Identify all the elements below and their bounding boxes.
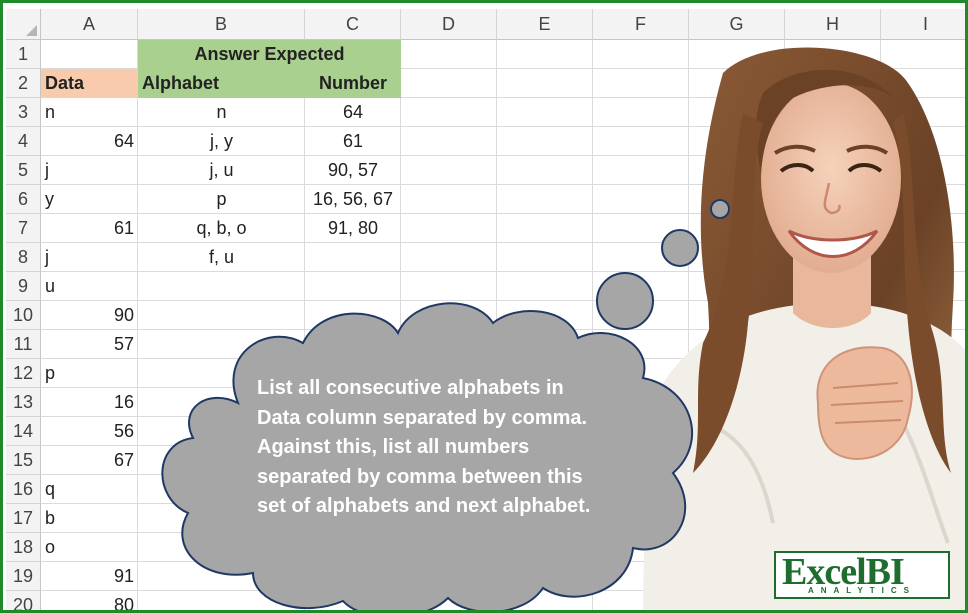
row-header-17[interactable]: 17	[6, 504, 41, 533]
row-header-12[interactable]: 12	[6, 359, 41, 388]
column-header-b[interactable]: B	[138, 9, 305, 40]
column-header-c[interactable]: C	[305, 9, 401, 40]
answer-alphabet-cell[interactable]: n	[138, 98, 305, 127]
callout-text: List all consecutive alphabets in Data c…	[257, 377, 591, 517]
data-cell[interactable]: j	[41, 156, 138, 185]
answer-number-cell[interactable]: 91, 80	[305, 214, 401, 243]
answer-alphabet-cell[interactable]: j, y	[138, 127, 305, 156]
row-header-20[interactable]: 20	[6, 591, 41, 610]
data-cell[interactable]: 64	[41, 127, 138, 156]
column-header-e[interactable]: E	[497, 9, 593, 40]
data-cell[interactable]: j	[41, 243, 138, 272]
column-header-i[interactable]: I	[881, 9, 965, 40]
data-cell[interactable]: 56	[41, 417, 138, 446]
row-header-7[interactable]: 7	[6, 214, 41, 243]
data-cell[interactable]: 80	[41, 591, 138, 610]
logo-subtitle: ANALYTICS	[807, 586, 917, 595]
answer-alphabet-cell[interactable]: f, u	[138, 243, 305, 272]
select-all-corner[interactable]	[6, 9, 41, 40]
data-cell[interactable]: n	[41, 98, 138, 127]
girl-illustration	[643, 47, 965, 610]
row-header-9[interactable]: 9	[6, 272, 41, 301]
data-cell[interactable]: u	[41, 272, 138, 301]
column-gridline	[880, 40, 881, 610]
row-header-6[interactable]: 6	[6, 185, 41, 214]
data-cell[interactable]: 61	[41, 214, 138, 243]
row-header-16[interactable]: 16	[6, 475, 41, 504]
thought-dot-medium	[661, 229, 699, 267]
answer-number-cell[interactable]: 90, 57	[305, 156, 401, 185]
column-header-g[interactable]: G	[689, 9, 785, 40]
data-cell[interactable]: b	[41, 504, 138, 533]
row-header-1[interactable]: 1	[6, 40, 41, 69]
column-header-a[interactable]: A	[41, 9, 138, 40]
column-header-d[interactable]: D	[401, 9, 497, 40]
answer-number-cell[interactable]: 16, 56, 67	[305, 185, 401, 214]
data-cell[interactable]: 67	[41, 446, 138, 475]
answer-alphabet-cell[interactable]: j, u	[138, 156, 305, 185]
data-cell[interactable]: 57	[41, 330, 138, 359]
row-header-18[interactable]: 18	[6, 533, 41, 562]
excelbi-logo: ExcelBI ANALYTICS	[774, 551, 950, 599]
row-header-3[interactable]: 3	[6, 98, 41, 127]
data-cell[interactable]: q	[41, 475, 138, 504]
row-header-19[interactable]: 19	[6, 562, 41, 591]
column-gridline	[592, 40, 593, 610]
number-header[interactable]: Number	[305, 69, 401, 98]
data-header[interactable]: Data	[41, 69, 138, 98]
row-header-8[interactable]: 8	[6, 243, 41, 272]
column-header-h[interactable]: H	[785, 9, 881, 40]
answer-expected-header[interactable]: Answer Expected	[138, 40, 401, 69]
answer-number-cell[interactable]: 64	[305, 98, 401, 127]
row-header-15[interactable]: 15	[6, 446, 41, 475]
answer-number-cell[interactable]	[305, 243, 401, 272]
row-gridline	[41, 358, 965, 359]
data-cell[interactable]: 16	[41, 388, 138, 417]
row-gridline	[41, 329, 965, 330]
data-cell[interactable]: p	[41, 359, 138, 388]
spreadsheet-frame: A B C D E F G H I 1 2 3 4 5 6 7 8 9 10 11 12 13 14 15 16 17 18 19 20…	[0, 0, 968, 613]
thought-dot-large	[596, 272, 654, 330]
row-header-13[interactable]: 13	[6, 388, 41, 417]
row-header-11[interactable]: 11	[6, 330, 41, 359]
column-header-f[interactable]: F	[593, 9, 689, 40]
row-header-4[interactable]: 4	[6, 127, 41, 156]
row-gridline	[41, 532, 965, 533]
row-header-2[interactable]: 2	[6, 69, 41, 98]
column-gridline	[784, 40, 785, 610]
answer-alphabet-cell[interactable]: p	[138, 185, 305, 214]
data-cell[interactable]: o	[41, 533, 138, 562]
row-header-10[interactable]: 10	[6, 301, 41, 330]
data-cell[interactable]: 90	[41, 301, 138, 330]
thought-dot-small	[710, 199, 730, 219]
column-gridline	[496, 40, 497, 610]
answer-number-cell[interactable]: 61	[305, 127, 401, 156]
row-header-14[interactable]: 14	[6, 417, 41, 446]
alphabet-header[interactable]: Alphabet	[138, 69, 305, 98]
column-gridline	[688, 40, 689, 610]
row-gridline	[41, 300, 965, 301]
answer-alphabet-cell[interactable]: q, b, o	[138, 214, 305, 243]
data-cell[interactable]: 91	[41, 562, 138, 591]
data-cell[interactable]: y	[41, 185, 138, 214]
row-header-5[interactable]: 5	[6, 156, 41, 185]
